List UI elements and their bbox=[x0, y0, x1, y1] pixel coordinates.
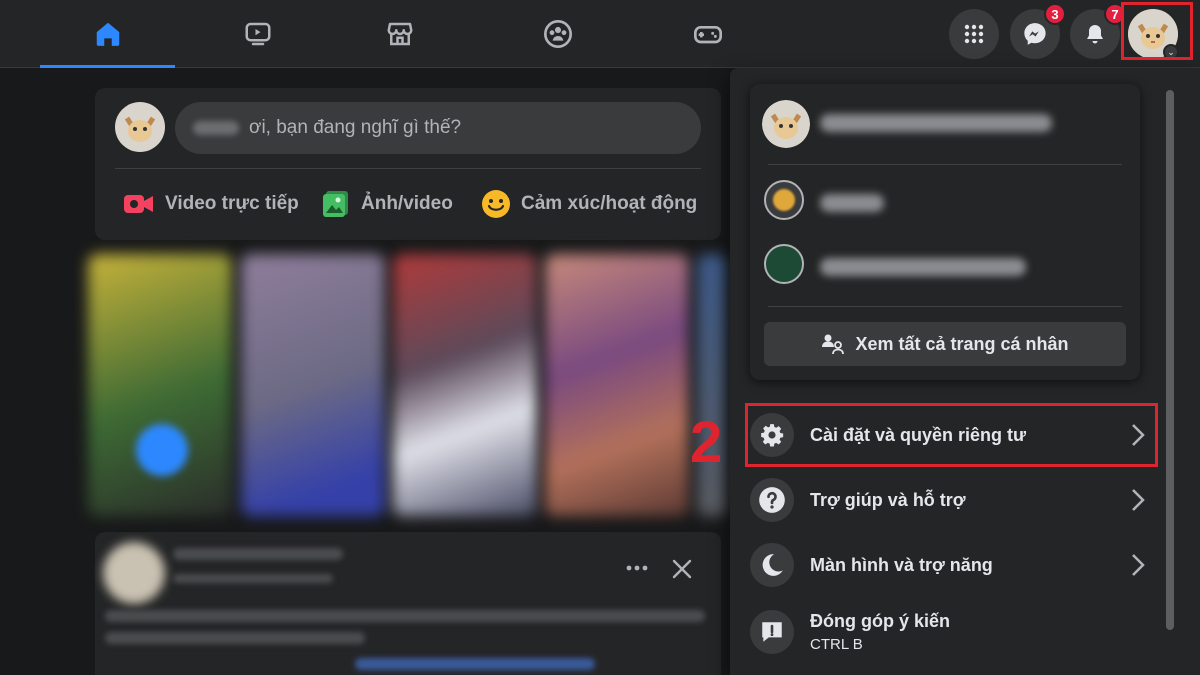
feedback-icon bbox=[750, 610, 794, 654]
live-video-icon bbox=[124, 195, 153, 213]
chevron-right-icon bbox=[1132, 554, 1145, 576]
blurred-text bbox=[355, 658, 595, 670]
page-avatar[interactable] bbox=[764, 244, 804, 284]
give-feedback-item[interactable]: Đóng góp ý kiến CTRL B bbox=[742, 600, 1160, 664]
menu-button[interactable] bbox=[949, 9, 999, 59]
scrollbar-thumb[interactable] bbox=[1166, 90, 1174, 630]
see-all-profiles-button[interactable]: Xem tất cả trang cá nhân bbox=[764, 322, 1126, 366]
page-name-blurred[interactable] bbox=[820, 194, 884, 212]
notifications-button[interactable]: 7 bbox=[1070, 3, 1126, 59]
photo-video-button[interactable]: Ảnh/video bbox=[321, 188, 453, 220]
composer-input[interactable]: ơi, bạn đang nghĩ gì thế? bbox=[175, 102, 701, 154]
give-feedback-text: Đóng góp ý kiến CTRL B bbox=[794, 611, 950, 653]
display-accessibility-label: Màn hình và trợ năng bbox=[810, 554, 993, 575]
blurred-text bbox=[105, 610, 705, 622]
blurred-text bbox=[105, 632, 365, 644]
divider bbox=[768, 306, 1122, 307]
feed-post bbox=[95, 532, 721, 675]
top-navigation-bar: 3 7 ⌄ bbox=[0, 0, 1200, 68]
profiles-card: Xem tất cả trang cá nhân bbox=[750, 84, 1140, 380]
profile-name-blurred[interactable] bbox=[820, 114, 1052, 132]
user-avatar bbox=[115, 102, 165, 152]
story-card[interactable] bbox=[545, 254, 689, 516]
messenger-badge: 3 bbox=[1044, 3, 1066, 25]
chevron-right-icon bbox=[1132, 489, 1145, 511]
menu-scrollbar[interactable] bbox=[1163, 76, 1175, 673]
gamepad-icon bbox=[693, 26, 722, 44]
give-feedback-label: Đóng góp ý kiến bbox=[810, 611, 951, 631]
feeling-activity-label: Cảm xúc/hoạt động bbox=[521, 193, 698, 214]
store-icon bbox=[387, 22, 412, 46]
home-icon bbox=[96, 22, 119, 46]
tab-marketplace[interactable] bbox=[332, 0, 467, 68]
post-author-avatar bbox=[103, 542, 165, 604]
live-video-button[interactable]: Video trực tiếp bbox=[123, 188, 299, 220]
profiles-icon bbox=[822, 334, 845, 355]
story-card[interactable] bbox=[393, 254, 537, 516]
create-story-icon[interactable] bbox=[136, 424, 188, 476]
more-options-icon[interactable] bbox=[625, 560, 649, 576]
close-icon[interactable] bbox=[671, 558, 693, 580]
blurred-text bbox=[173, 548, 343, 560]
tab-watch[interactable] bbox=[190, 0, 325, 68]
story-card[interactable] bbox=[88, 254, 232, 516]
divider bbox=[768, 164, 1122, 165]
video-icon bbox=[245, 22, 270, 46]
account-dropdown-menu: Xem tất cả trang cá nhân Cài đặt và quyề… bbox=[730, 68, 1200, 675]
keyboard-shortcut: CTRL B bbox=[810, 636, 863, 653]
see-all-profiles-label: Xem tất cả trang cá nhân bbox=[855, 333, 1069, 354]
grid-menu-icon bbox=[964, 24, 984, 44]
composer-placeholder: ơi, bạn đang nghĩ gì thế? bbox=[249, 117, 462, 138]
tab-home[interactable] bbox=[40, 0, 175, 68]
page-name-blurred[interactable] bbox=[820, 258, 1026, 276]
messenger-button[interactable]: 3 bbox=[1010, 3, 1066, 59]
step-number-2: 2 bbox=[690, 410, 723, 475]
profile-avatar[interactable] bbox=[762, 100, 810, 148]
groups-icon bbox=[543, 20, 572, 48]
bell-icon bbox=[1087, 25, 1103, 44]
story-card[interactable] bbox=[697, 254, 727, 516]
feeling-activity-button[interactable]: Cảm xúc/hoạt động bbox=[481, 188, 697, 220]
divider bbox=[115, 168, 701, 169]
story-card[interactable] bbox=[241, 254, 385, 516]
live-video-label: Video trực tiếp bbox=[165, 193, 299, 214]
messenger-icon bbox=[1024, 23, 1046, 45]
post-composer: ơi, bạn đang nghĩ gì thế? Video trực tiế… bbox=[95, 88, 721, 240]
photo-video-label: Ảnh/video bbox=[361, 193, 453, 214]
tab-gaming[interactable] bbox=[640, 0, 775, 68]
highlight-box-settings bbox=[745, 403, 1158, 467]
help-support-item[interactable]: Trợ giúp và hỗ trợ bbox=[742, 470, 1160, 530]
highlight-box-account bbox=[1121, 2, 1193, 60]
photo-icon bbox=[323, 191, 348, 217]
tab-groups[interactable] bbox=[490, 0, 625, 68]
help-support-label: Trợ giúp và hỗ trợ bbox=[810, 489, 966, 510]
moon-icon bbox=[750, 543, 794, 587]
blurred-text bbox=[173, 574, 333, 583]
smiley-icon bbox=[482, 190, 510, 218]
blurred-name bbox=[193, 121, 239, 135]
page-avatar[interactable] bbox=[764, 180, 804, 220]
display-accessibility-item[interactable]: Màn hình và trợ năng bbox=[742, 535, 1160, 595]
help-icon bbox=[750, 478, 794, 522]
